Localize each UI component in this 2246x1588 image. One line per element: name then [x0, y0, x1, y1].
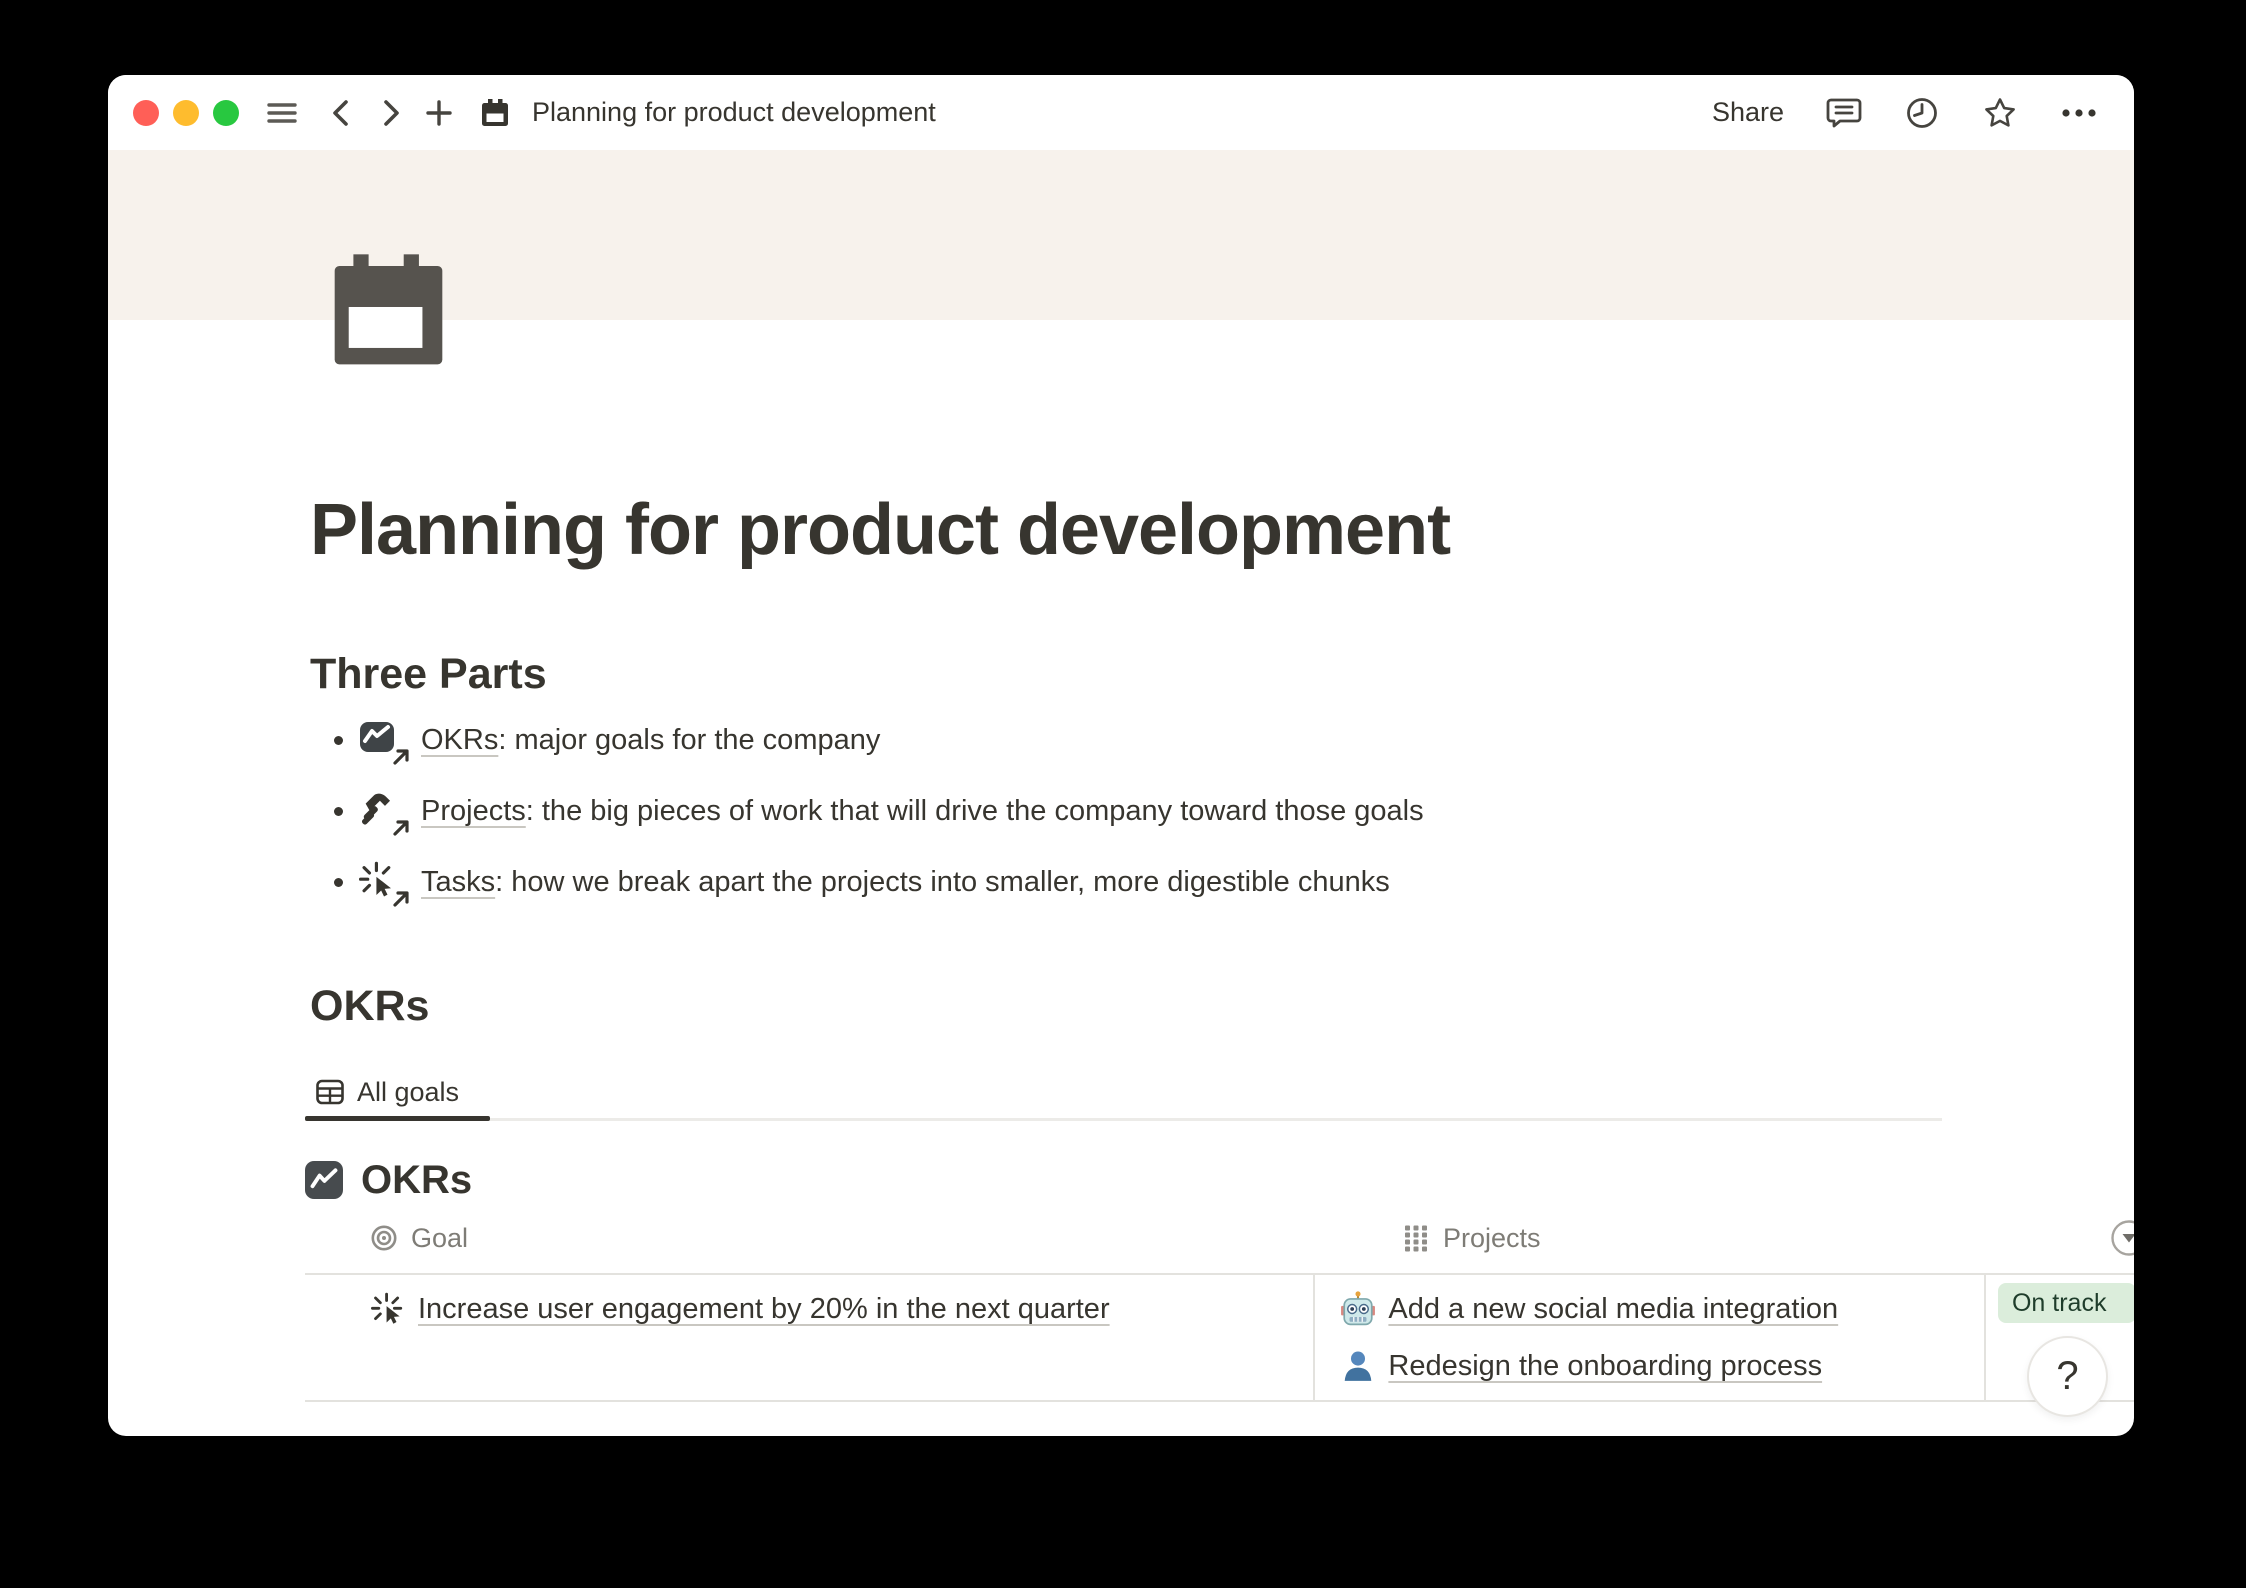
goal-cell: Increase user engagement by 20% in the n…	[305, 1275, 1313, 1400]
minimize-window-button[interactable]	[173, 100, 199, 126]
forward-icon[interactable]	[376, 96, 406, 130]
okrs-database-chart-icon	[305, 1161, 343, 1199]
click-burst-icon	[359, 859, 409, 905]
status-badge[interactable]: On track	[1998, 1283, 2134, 1323]
hammer-icon	[359, 788, 409, 834]
goal-link[interactable]: Increase user engagement by 20% in the n…	[418, 1287, 1110, 1331]
screen: Planning for product development Share	[0, 0, 2246, 1588]
click-burst-icon	[370, 1291, 406, 1327]
sidebar-menu-icon[interactable]	[265, 96, 299, 130]
column-header-projects-label: Projects	[1443, 1223, 1541, 1254]
history-clock-icon[interactable]	[1904, 95, 1940, 131]
column-header-projects[interactable]: Projects	[1377, 1223, 2091, 1254]
okrs-table: Goal Projects	[305, 1203, 2134, 1402]
comments-icon[interactable]	[1826, 95, 1862, 131]
bullet-dot	[334, 807, 343, 816]
favorite-star-icon[interactable]	[1982, 95, 2018, 131]
page-calendar-icon	[479, 97, 511, 129]
page-body: Planning for product development Three P…	[108, 487, 2134, 1402]
mention-arrow-icon	[391, 818, 411, 838]
list-item-rest: : the big pieces of work that will drive…	[526, 795, 1424, 827]
table-row: Increase user engagement by 20% in the n…	[305, 1275, 2134, 1402]
list-item-text: Tasks: how we break apart the projects i…	[421, 860, 1390, 904]
share-button[interactable]: Share	[1712, 97, 1784, 128]
mention-arrow-icon	[391, 889, 411, 909]
okrs-page-link[interactable]: OKRs	[421, 724, 498, 756]
person-silhouette-icon	[1340, 1348, 1376, 1384]
list-item-okrs: OKRs: major goals for the company	[310, 717, 2134, 763]
okrs-heading: OKRs	[310, 980, 2134, 1032]
database-title-row: OKRs	[305, 1157, 2134, 1203]
bullet-dot	[334, 736, 343, 745]
bullet-dot	[334, 878, 343, 887]
mention-arrow-icon	[391, 747, 411, 767]
three-parts-list: OKRs: major goals for the company	[310, 717, 2134, 905]
page-title: Planning for product development	[310, 487, 2134, 573]
more-options-icon[interactable]	[2060, 107, 2098, 119]
project-link[interactable]: Add a new social media integration	[1388, 1287, 1838, 1331]
page-icon-calendar[interactable]	[330, 253, 447, 368]
list-item-text: OKRs: major goals for the company	[421, 718, 880, 762]
database-view-tabs: All goals	[305, 1066, 1942, 1121]
table-header-row: Goal Projects	[305, 1203, 2134, 1275]
titlebar-page-title: Planning for product development	[532, 97, 936, 128]
window-controls	[133, 100, 239, 126]
active-tab-underline	[305, 1116, 490, 1121]
close-window-button[interactable]	[133, 100, 159, 126]
list-item-rest: : major goals for the company	[498, 724, 880, 756]
column-header-goal[interactable]: Goal	[305, 1223, 1377, 1254]
help-button[interactable]: ?	[2027, 1336, 2108, 1417]
list-item-rest: : how we break apart the projects into s…	[495, 866, 1390, 898]
notion-window: Planning for product development Share	[108, 75, 2134, 1436]
list-item-tasks: Tasks: how we break apart the projects i…	[310, 859, 2134, 905]
robot-emoji-icon	[1340, 1291, 1376, 1327]
titlebar-actions: Share	[1712, 95, 2098, 131]
titlebar: Planning for product development Share	[108, 75, 2134, 150]
bullseye-target-icon	[370, 1224, 398, 1252]
projects-page-link[interactable]: Projects	[421, 795, 526, 827]
tab-all-goals[interactable]: All goals	[305, 1066, 481, 1118]
zoom-window-button[interactable]	[213, 100, 239, 126]
project-link[interactable]: Redesign the onboarding process	[1388, 1344, 1822, 1388]
new-tab-plus-icon[interactable]	[423, 97, 455, 129]
database-title[interactable]: OKRs	[361, 1158, 472, 1203]
list-item-projects: Projects: the big pieces of work that wi…	[310, 788, 2134, 834]
projects-cell: Add a new social media integration Redes…	[1313, 1275, 1984, 1400]
okrs-chart-box-icon	[359, 717, 409, 763]
tasks-page-link[interactable]: Tasks	[421, 866, 495, 898]
hidden-columns-toggle-icon[interactable]	[2110, 1219, 2134, 1257]
back-icon[interactable]	[326, 96, 356, 130]
grid-dots-icon	[1402, 1224, 1430, 1252]
three-parts-heading: Three Parts	[310, 648, 2134, 700]
list-item-text: Projects: the big pieces of work that wi…	[421, 789, 1424, 833]
tab-all-goals-label: All goals	[357, 1077, 459, 1108]
column-header-goal-label: Goal	[411, 1223, 468, 1254]
table-view-icon	[315, 1077, 345, 1107]
